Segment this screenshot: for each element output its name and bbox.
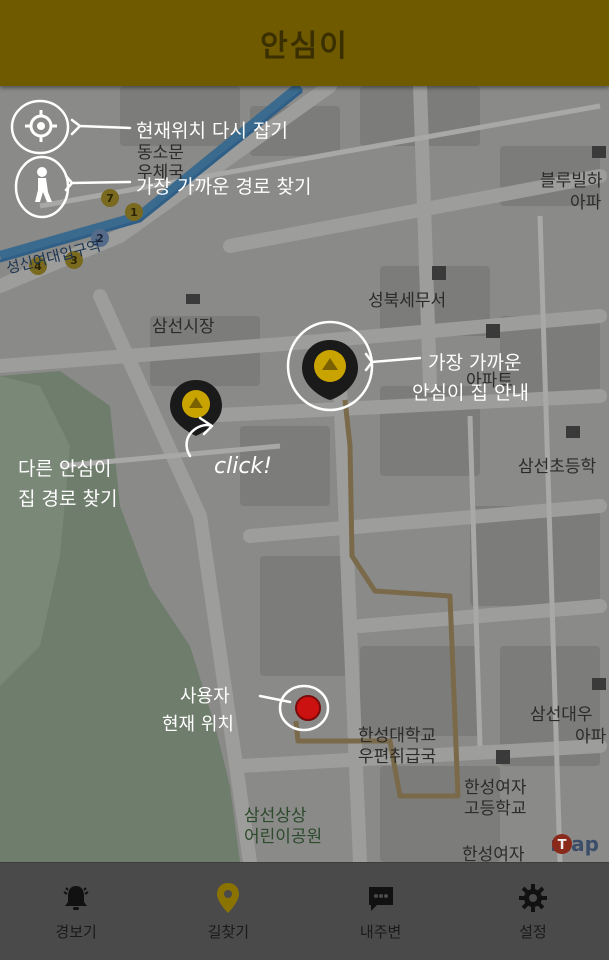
annotation-nearest-route: 가장 가까운 경로 찾기 [136, 176, 312, 198]
chat-icon [364, 881, 398, 915]
app-title: 안심이 [260, 29, 349, 64]
user-location-dot [295, 695, 321, 721]
badge-1: 1 [130, 206, 138, 219]
annotation-other-route-1: 다른 안심이 [18, 458, 112, 480]
annotation-nearest-house-2: 안심이 집 안내 [412, 382, 529, 404]
map-brand: T map [550, 832, 599, 856]
map-brand-icon: T [552, 834, 573, 854]
nearest-house-pin [302, 340, 358, 400]
tab-nearby-label: 내주변 [359, 923, 402, 941]
location-pin-icon [211, 881, 245, 915]
map-label-seongbuk-office: 성북세무서 [368, 291, 447, 311]
annotation-relocate: 현재위치 다시 잡기 [136, 120, 288, 142]
map-label-park: 삼선상상 어린이공원 [244, 806, 323, 847]
badge-7: 7 [106, 192, 114, 205]
tab-alarm[interactable]: 경보기 [0, 863, 152, 960]
annotation-user-2: 현재 위치 [162, 714, 234, 735]
tab-directions[interactable]: 길찾기 [152, 863, 304, 960]
map-view[interactable]: 7 1 2 4 3 동소문 우체국 성신여대입구역 삼선시장 성북세무서 아파트… [0, 86, 609, 862]
tab-directions-label: 길찾기 [207, 923, 250, 941]
gear-icon [516, 881, 550, 915]
bottom-nav: 경보기 길찾기 내주변 설정 [0, 862, 609, 960]
map-label-apa: 아파 [570, 193, 602, 213]
tab-nearby[interactable]: 내주변 [305, 863, 457, 960]
annotation-click: click! [214, 454, 272, 479]
map-label-samseon-market: 삼선시장 [152, 317, 215, 337]
bell-icon [59, 881, 93, 915]
walker-icon [35, 167, 52, 202]
map-label-apa2: 아파 [575, 727, 607, 747]
map-label-samseon-elem: 삼선초등학 [518, 457, 597, 477]
map-label-hansung-post: 한성대학교 우편취급국 [358, 726, 437, 767]
tab-settings[interactable]: 설정 [457, 863, 609, 960]
tab-alarm-label: 경보기 [55, 923, 97, 941]
annotation-nearest-house-1: 가장 가까운 [428, 352, 522, 374]
map-label-hansung-girls: 한성여자 고등학교 [464, 778, 527, 819]
app-header: 안심이 [0, 0, 609, 86]
annotation-other-route-2: 집 경로 찾기 [18, 488, 118, 510]
map-label-hansung-girls-2: 한성여자 [462, 845, 525, 862]
annotation-user-1: 사용자 [180, 686, 230, 707]
tab-settings-label: 설정 [519, 923, 547, 941]
svg-text:T: T [558, 838, 567, 853]
